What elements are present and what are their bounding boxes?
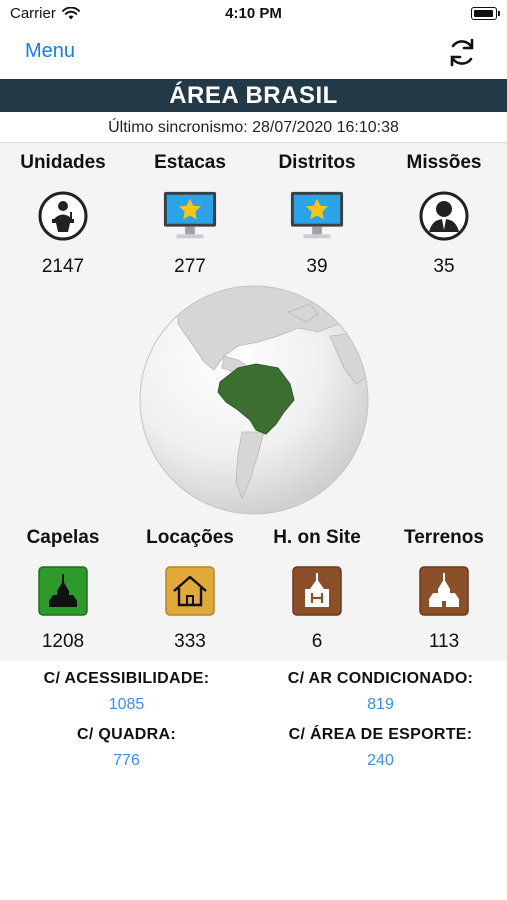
detail-label: C/ QUADRA: (77, 726, 176, 743)
stat-h-on-site[interactable]: H. on Site 6 (254, 527, 380, 653)
stat-capelas[interactable]: Capelas 1208 (0, 527, 126, 653)
top-stats-row: Unidades 2147 Estacas 277 Distritos 39 M… (0, 152, 507, 282)
last-sync-text: Último sincronismo: 28/07/2020 16:10:38 (108, 119, 399, 136)
stat-label: Unidades (20, 152, 106, 173)
battery-icon (471, 7, 500, 20)
stat-label: Distritos (278, 152, 356, 173)
detail-quadra[interactable]: C/ QUADRA: 776 (0, 726, 253, 770)
house-icon (162, 563, 218, 619)
person-suit-icon (416, 188, 472, 244)
stat-label: Terrenos (404, 527, 484, 548)
stat-value: 6 (311, 631, 323, 652)
stat-unidades[interactable]: Unidades 2147 (0, 152, 126, 278)
status-time: 4:10 PM (225, 5, 282, 22)
detail-value: 240 (367, 752, 394, 769)
page-title: ÁREA BRASIL (0, 79, 507, 112)
stat-label: Capelas (26, 527, 100, 548)
refresh-icon[interactable] (445, 34, 479, 72)
chapel-icon (35, 563, 91, 619)
stat-value: 1208 (41, 631, 85, 652)
detail-value: 776 (113, 752, 140, 769)
detail-area-esporte[interactable]: C/ ÁREA DE ESPORTE: 240 (254, 726, 507, 770)
bottom-stats-row: Capelas 1208 Locações 333 H. on Site 6 T… (0, 527, 507, 657)
globe-brazil-icon (139, 285, 369, 515)
stat-missoes[interactable]: Missões 35 (381, 152, 507, 278)
stat-label: Estacas (154, 152, 226, 173)
chapel-land-icon (416, 563, 472, 619)
stat-value: 277 (174, 256, 206, 277)
stat-distritos[interactable]: Distritos 39 (254, 152, 380, 278)
stat-label: Missões (406, 152, 482, 173)
detail-label: C/ ACESSIBILIDADE: (43, 670, 210, 687)
stat-label: Locações (146, 527, 234, 548)
stat-value: 113 (428, 631, 460, 652)
stat-locacoes[interactable]: Locações 333 (127, 527, 253, 653)
speaker-podium-icon (35, 188, 91, 244)
status-bar: Carrier 4:10 PM (0, 0, 507, 30)
monitor-star-icon (162, 188, 218, 244)
detail-label: C/ AR CONDICIONADO: (287, 670, 474, 687)
stat-label: H. on Site (273, 527, 361, 548)
stat-value: 39 (306, 256, 328, 277)
detail-acessibilidade[interactable]: C/ ACESSIBILIDADE: 1085 (0, 670, 253, 714)
stat-terrenos[interactable]: Terrenos 113 (381, 527, 507, 653)
stat-value: 35 (433, 256, 455, 277)
stat-value: 2147 (41, 256, 85, 277)
detail-label: C/ ÁREA DE ESPORTE: (288, 726, 473, 743)
chapel-h-icon (289, 563, 345, 619)
detail-value: 819 (367, 696, 394, 713)
detail-ar-condicionado[interactable]: C/ AR CONDICIONADO: 819 (254, 670, 507, 714)
menu-button[interactable]: Menu (25, 40, 75, 63)
detail-value: 1085 (108, 696, 145, 713)
stat-value: 333 (174, 631, 206, 652)
nav-bar: Menu (0, 30, 507, 78)
stat-estacas[interactable]: Estacas 277 (127, 152, 253, 278)
monitor-star-icon (289, 188, 345, 244)
